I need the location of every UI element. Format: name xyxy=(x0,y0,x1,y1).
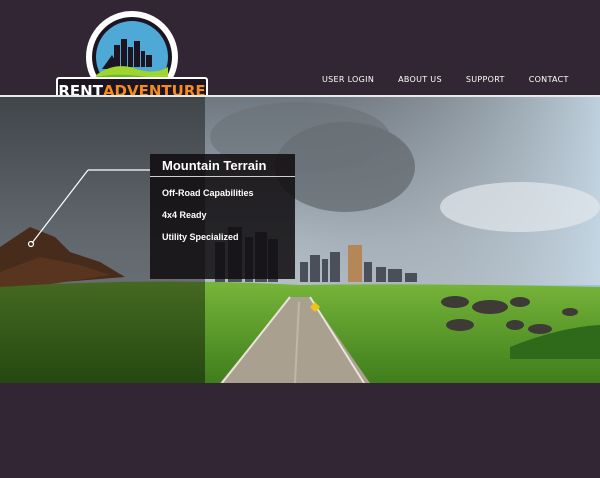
main-nav: USER LOGIN ABOUT US SUPPORT CONTACT xyxy=(322,75,569,84)
nav-support[interactable]: SUPPORT xyxy=(466,75,505,84)
feature-item: 4x4 Ready xyxy=(162,210,207,220)
nav-user-login[interactable]: USER LOGIN xyxy=(322,75,374,84)
title-divider xyxy=(150,176,295,177)
feature-item: Utility Specialized xyxy=(162,232,239,242)
footer-area xyxy=(0,383,600,478)
feature-item: Off-Road Capabilities xyxy=(162,188,254,198)
terrain-title: Mountain Terrain xyxy=(162,158,267,173)
nav-about-us[interactable]: ABOUT US xyxy=(398,75,442,84)
terrain-info-box: Mountain Terrain Off-Road Capabilities 4… xyxy=(150,154,295,279)
nav-contact[interactable]: CONTACT xyxy=(529,75,569,84)
brand-logo[interactable]: RENT ADVENTURE xyxy=(56,11,208,105)
callout-pointer-line xyxy=(27,169,150,248)
hero-banner: Mountain Terrain Off-Road Capabilities 4… xyxy=(0,95,600,385)
